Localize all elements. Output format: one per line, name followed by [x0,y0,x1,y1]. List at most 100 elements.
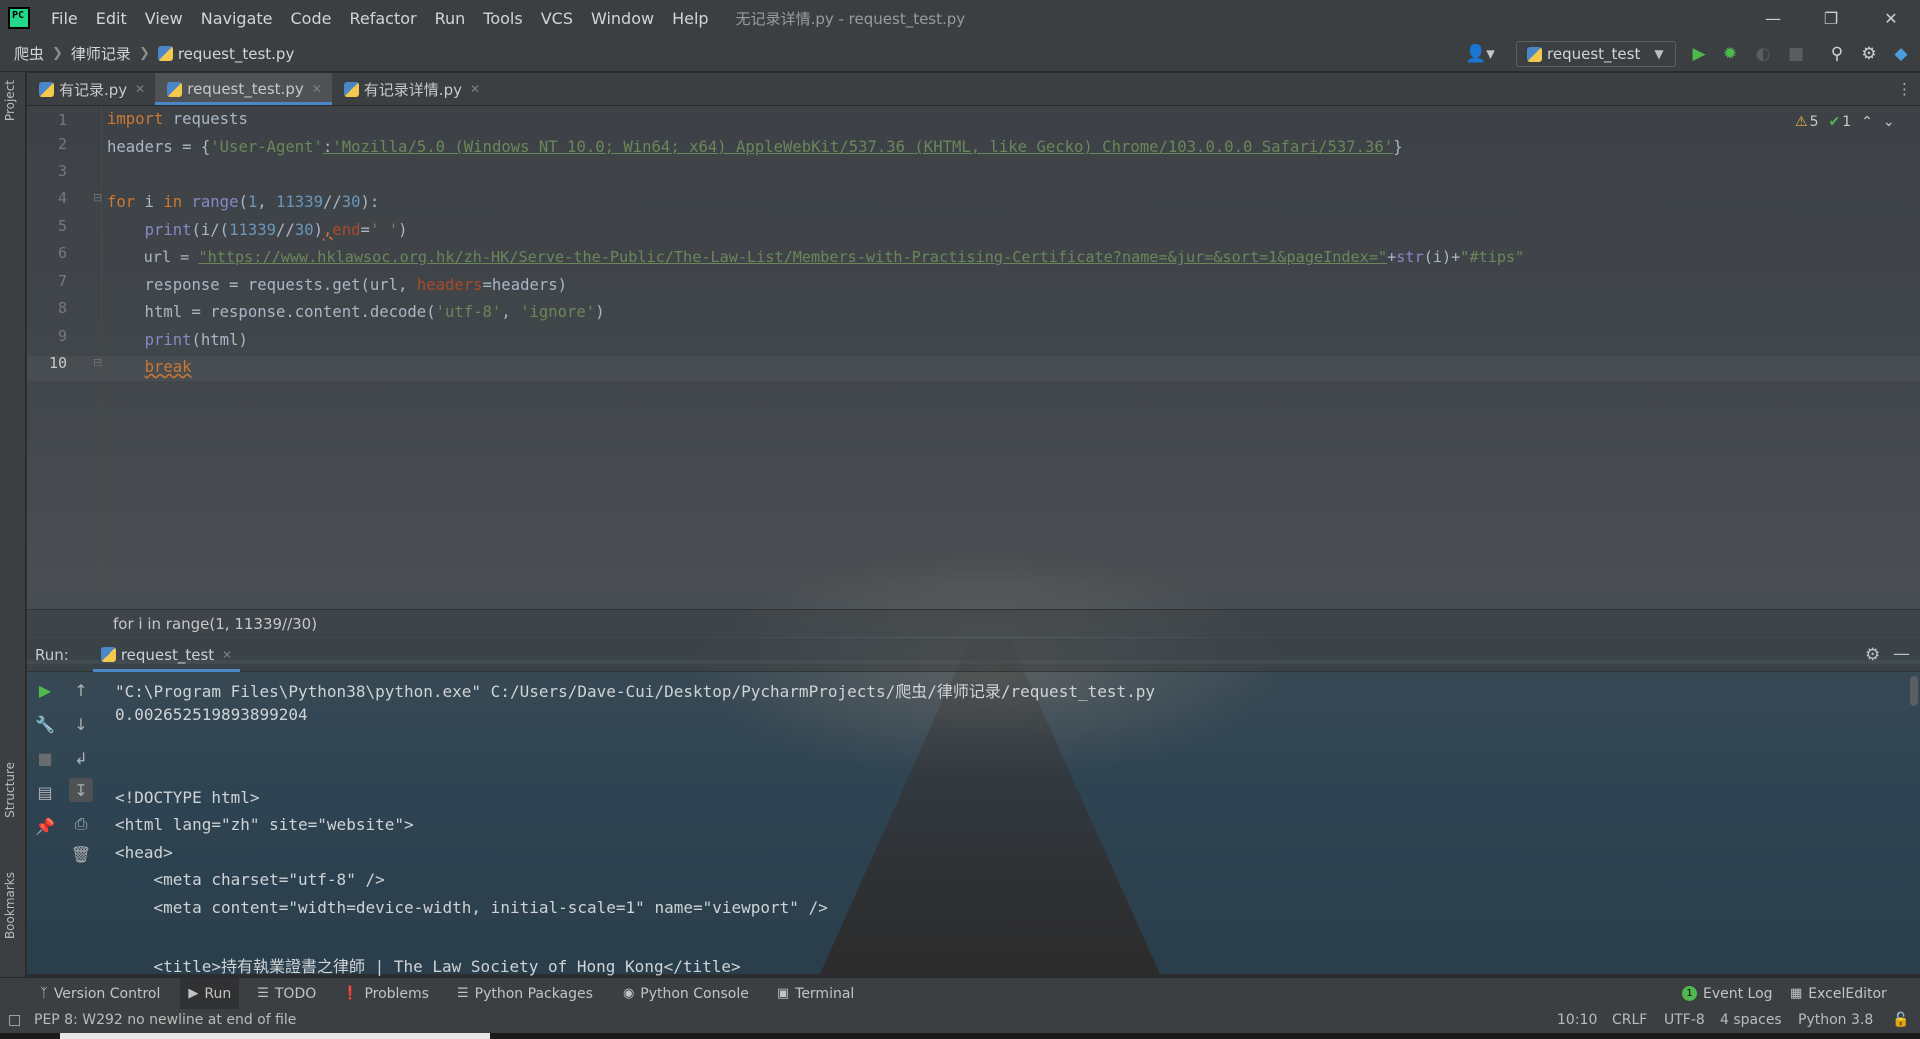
event-log-button[interactable]: 1 Event Log [1682,978,1773,1010]
stop-icon[interactable]: ■ [1785,44,1807,64]
toggle-tool-windows-icon[interactable]: □ [8,1012,21,1028]
code-breadcrumb[interactable]: for i in range(1, 11339//30) [27,609,1920,637]
terminal-button[interactable]: ▣ Terminal [777,978,854,1010]
close-window-icon[interactable]: ✕ [1862,0,1920,36]
layout-icon[interactable]: ▤ [33,780,57,804]
gear-icon[interactable]: ⚙ [1865,645,1880,665]
close-tab-icon[interactable]: ✕ [312,82,322,96]
minimize-icon[interactable]: — [1744,0,1802,36]
scroll-to-end-icon[interactable]: ↧ [69,778,93,802]
breadcrumb-folder[interactable]: 律师记录 [71,43,131,64]
hide-panel-icon[interactable]: — [1893,644,1910,664]
more-tabs-icon[interactable]: ⋮ [1897,80,1912,98]
left-tool-strip: Project Structure Bookmarks [0,72,26,977]
python-packages-button[interactable]: ☰ Python Packages [457,978,593,1010]
menu-code[interactable]: Code [282,9,341,28]
code-line-1[interactable]: import requests [107,110,248,128]
line-separator[interactable]: CRLF [1612,1012,1647,1028]
coverage-icon[interactable]: ◐ [1752,44,1774,64]
file-encoding[interactable]: UTF-8 [1664,1012,1705,1028]
code-line-9[interactable]: print(html) [107,331,248,349]
chevron-up-icon[interactable]: ⌃ [1861,114,1873,130]
menu-edit[interactable]: Edit [87,9,136,28]
code-line-5[interactable]: print(i/(11339//30),end=' ') [107,221,408,239]
list-icon: ☰ [257,986,269,1001]
run-tool-button[interactable]: ▶ Run [180,977,240,1010]
console-output-line: <head> [115,843,173,862]
close-tab-icon[interactable]: ✕ [222,648,232,662]
trash-icon[interactable]: 🗑 [69,842,93,866]
menu-file[interactable]: File [42,9,87,28]
run-toolbar: ▶ ↑ 🔧 ↓ ■ ↲ ↧ ▤ ⎙ 📌 🗑 [27,672,100,974]
project-tool-button[interactable]: Project [3,80,17,121]
console-scrollbar[interactable] [1910,676,1918,706]
close-tab-icon[interactable]: ✕ [135,82,145,96]
python-file-icon [157,46,173,61]
line-number: 10 [48,354,67,372]
close-tab-icon[interactable]: ✕ [470,82,480,96]
python-console-button[interactable]: ◉ Python Console [623,978,749,1010]
structure-tool-button[interactable]: Structure [3,762,17,818]
current-line-highlight [27,356,1920,381]
breadcrumb-separator-icon: ❯ [138,46,150,61]
code-line-8[interactable]: html = response.content.decode('utf-8', … [107,303,605,321]
code-line-4[interactable]: for i in range(1, 11339//30): [107,193,379,211]
breadcrumb-file[interactable]: request_test.py [178,45,295,63]
indent-setting[interactable]: 4 spaces [1720,1012,1782,1028]
print-icon[interactable]: ⎙ [69,812,93,836]
code-line-7[interactable]: response = requests.get(url, headers=hea… [107,276,567,294]
menu-view[interactable]: View [136,9,192,28]
excel-editor-button[interactable]: ▦ ExcelEditor [1790,978,1887,1010]
breadcrumb-project[interactable]: 爬虫 [14,43,44,64]
menu-vcs[interactable]: VCS [532,9,582,28]
pycharm-logo-icon [8,7,30,29]
pin-icon[interactable]: 📌 [33,814,57,838]
menu-run[interactable]: Run [426,9,475,28]
jetbrains-toolbox-icon[interactable]: ◆ [1890,44,1912,64]
tab-request-test[interactable]: request_test.py ✕ [155,73,332,105]
run-configuration-select[interactable]: request_test ▼ [1516,41,1676,67]
chevron-down-icon[interactable]: ⌄ [1883,114,1895,130]
wrench-icon[interactable]: 🔧 [33,712,57,736]
run-icon[interactable]: ▶ [1688,44,1710,64]
line-number: 3 [57,162,67,180]
run-icon: ▶ [188,986,199,1001]
bookmarks-tool-button[interactable]: Bookmarks [3,872,17,939]
todo-button[interactable]: ☰ TODO [257,978,316,1010]
rerun-icon[interactable]: ▶ [33,678,57,702]
fold-icon[interactable]: ⊟ [93,191,102,204]
scroll-down-icon[interactable]: ↓ [69,712,93,736]
fold-icon[interactable]: ⊟ [93,356,102,369]
gear-icon[interactable]: ⚙ [1858,44,1880,64]
scroll-up-icon[interactable]: ↑ [69,678,93,702]
code-line-6[interactable]: url = "https://www.hklawsoc.org.hk/zh-HK… [107,248,1525,266]
python-file-icon [167,81,183,97]
debug-icon[interactable]: ✹ [1719,44,1741,64]
menu-refactor[interactable]: Refactor [340,9,425,28]
status-message[interactable]: PEP 8: W292 no newline at end of file [34,1012,296,1028]
menu-tools[interactable]: Tools [474,9,531,28]
menu-help[interactable]: Help [663,9,717,28]
problems-button[interactable]: ❗ Problems [342,978,429,1010]
restore-icon[interactable]: ❐ [1802,0,1860,36]
code-line-10[interactable]: break [107,358,192,376]
tab-label: request_test.py [187,80,304,98]
lock-icon[interactable]: 🔓 [1892,1012,1909,1028]
tab-youjilu[interactable]: 有记录.py ✕ [27,73,155,105]
stop-icon[interactable]: ■ [33,746,57,770]
run-tab-label: request_test [120,645,215,664]
inspection-widget[interactable]: ⚠ 5 ✔ 1 ⌃ ⌄ [1795,114,1895,130]
menu-navigate[interactable]: Navigate [192,9,282,28]
version-control-button[interactable]: ᛉ Version Control [40,978,160,1010]
code-line-2[interactable]: headers = {'User-Agent':'Mozilla/5.0 (Wi… [107,138,1403,156]
run-tab-request-test[interactable]: request_test ✕ [92,638,241,672]
soft-wrap-icon[interactable]: ↲ [69,746,93,770]
caret-position[interactable]: 10:10 [1557,1012,1597,1028]
line-number: 5 [57,217,67,235]
search-icon[interactable]: ⚲ [1826,44,1848,64]
menu-window[interactable]: Window [582,9,663,28]
python-interpreter[interactable]: Python 3.8 [1798,1012,1873,1028]
tool-window-bar: ᛉ Version Control ▶ Run ☰ TODO ❗ Problem… [0,977,1920,1010]
user-account-icon[interactable]: 👤▾ [1460,44,1500,64]
tab-youjilu-xiangqing[interactable]: 有记录详情.py ✕ [332,73,490,105]
